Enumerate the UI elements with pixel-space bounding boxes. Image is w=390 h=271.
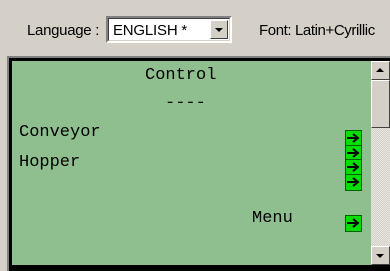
menu-item-menu[interactable]: Menu: [252, 209, 293, 229]
menu-item-hopper[interactable]: Hopper: [19, 153, 80, 173]
language-select-value: ENGLISH *: [113, 22, 188, 39]
language-select-frame: ENGLISH *: [108, 18, 230, 41]
right-arrow-icon[interactable]: [345, 215, 362, 232]
language-select[interactable]: ENGLISH *: [106, 16, 232, 43]
scroll-up-icon[interactable]: [371, 61, 390, 80]
scrollbar-thumb[interactable]: [371, 80, 390, 128]
right-arrow-icon[interactable]: [345, 174, 362, 191]
vertical-scrollbar[interactable]: [371, 61, 390, 265]
scroll-down-icon[interactable]: [371, 246, 390, 265]
app-root: Language : ENGLISH * Font: Latin+Cyrilli…: [0, 0, 390, 271]
screen-separator: ----: [165, 94, 206, 113]
font-label: Font: Latin+Cyrillic: [259, 22, 375, 39]
chevron-down-icon[interactable]: [210, 20, 228, 39]
menu-item-conveyor[interactable]: Conveyor: [19, 123, 101, 143]
display-panel: Control ---- Conveyor Hopper Menu: [7, 56, 390, 271]
toolbar: Language : ENGLISH * Font: Latin+Cyrilli…: [0, 0, 390, 56]
lcd-screen: Control ---- Conveyor Hopper Menu: [12, 61, 371, 265]
language-label: Language :: [27, 22, 100, 39]
screen-title: Control: [145, 66, 217, 85]
